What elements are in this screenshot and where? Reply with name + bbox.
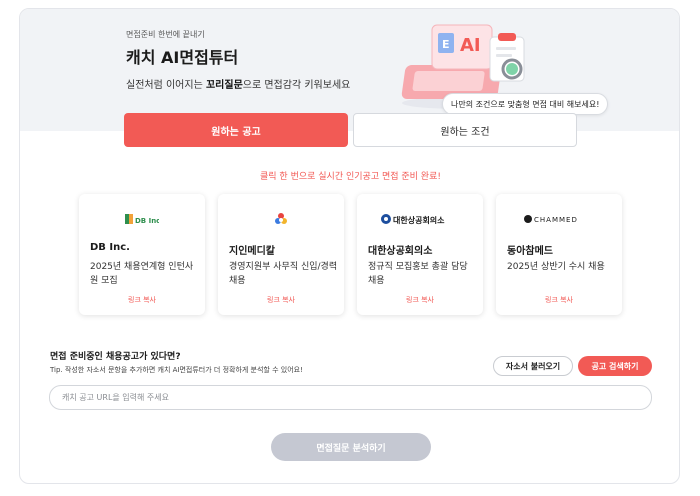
tooltip-custom-condition: 나만의 조건으로 맞춤형 면접 대비 해보세요! [442,93,609,115]
tab-wanted-conditions[interactable]: 원하는 조건 [353,113,577,147]
copy-link-button[interactable]: 링크 복사 [357,295,483,305]
ai-interview-tutor-card: 면접준비 한번에 끝내기 캐치 AI면접튜터 실전처럼 이어지는 꼬리질문으로 … [19,8,680,484]
company-name: 동아참메드 [507,246,553,257]
job-title: 2025년 상반기 수시 채용 [507,262,605,272]
job-title: 경영지원부 사무직 신입/경력 채용 [229,262,338,286]
chammed-logo-icon: CHAMMED [496,211,622,227]
svg-text:CHAMMED: CHAMMED [534,216,578,224]
job-card[interactable]: CHAMMED 동아참메드 2025년 상반기 수시 채용 링크 복사 [496,194,622,315]
svg-text:AI: AI [460,35,481,56]
company-name: DB Inc. [90,242,130,253]
desc-prefix: 실전처럼 이어지는 [126,80,206,91]
desc-suffix: 으로 면접감각 키워보세요 [242,80,351,91]
copy-link-button[interactable]: 링크 복사 [496,295,622,305]
search-posting-button[interactable]: 공고 검색하기 [578,356,652,376]
promo-text: 클릭 한 번으로 실시간 인기공고 면접 준비 완료! [260,172,441,182]
copy-link-button[interactable]: 링크 복사 [218,295,344,305]
job-title: 2025년 채용연계형 인턴사원 모집 [90,262,194,286]
svg-text:E: E [442,38,450,51]
question-title: 면접 준비중인 채용공고가 있다면? [50,352,181,362]
job-title: 정규직 모집홍보 총괄 담당 채용 [368,262,468,286]
hero-eyebrow: 면접준비 한번에 끝내기 [126,30,205,39]
tab-wanted-posting[interactable]: 원하는 공고 [124,113,348,147]
load-cover-letter-button[interactable]: 자소서 불러오기 [493,356,573,376]
analyze-questions-button[interactable]: 면접질문 분석하기 [271,433,431,461]
job-card[interactable]: 대한상공회의소 대한상공회의소 정규직 모집홍보 총괄 담당 채용 링크 복사 [357,194,483,315]
posting-url-input[interactable] [49,385,652,410]
db-logo-icon: DB Inc. [79,211,205,227]
question-tip: Tip. 작성한 자소서 문항을 추가하면 캐치 AI면접튜터가 더 정확하게 … [50,366,303,374]
hero-description: 실전처럼 이어지는 꼬리질문으로 면접감각 키워보세요 [126,76,350,91]
svg-text:DB Inc.: DB Inc. [135,217,159,225]
svg-text:대한상공회의소: 대한상공회의소 [393,215,445,225]
kcci-logo-icon: 대한상공회의소 [357,211,483,227]
job-card[interactable]: 지인메디칼 경영지원부 사무직 신입/경력 채용 링크 복사 [218,194,344,315]
tab-bar: 원하는 공고 원하는 조건 [20,113,679,147]
desc-bold: 꼬리질문 [205,80,243,91]
copy-link-button[interactable]: 링크 복사 [79,295,205,305]
jiin-logo-icon [218,211,344,227]
job-card[interactable]: DB Inc. DB Inc. 2025년 채용연계형 인턴사원 모집 링크 복… [79,194,205,315]
company-name: 지인메디칼 [229,246,275,257]
page-title: 캐치 AI면접튜터 [126,48,239,67]
company-name: 대한상공회의소 [368,246,433,257]
